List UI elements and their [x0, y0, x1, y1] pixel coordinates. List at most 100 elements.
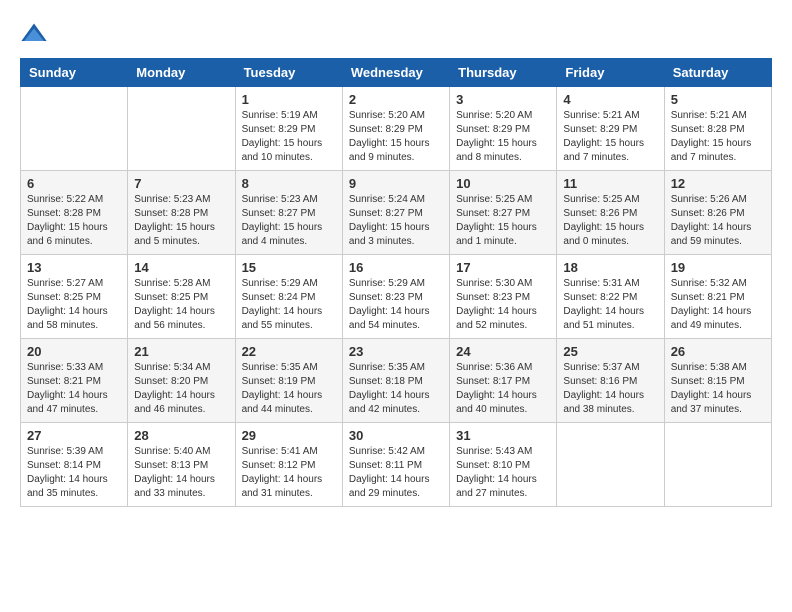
day-info: Sunrise: 5:39 AM Sunset: 8:14 PM Dayligh… [27, 445, 121, 501]
calendar-cell: 11 Sunrise: 5:25 AM Sunset: 8:26 PM Dayli… [557, 171, 664, 255]
day-number: 1 [242, 92, 336, 107]
header-day: Tuesday [235, 59, 342, 87]
day-info: Sunrise: 5:37 AM Sunset: 8:16 PM Dayligh… [563, 361, 657, 417]
header-day: Saturday [664, 59, 771, 87]
calendar-cell [21, 87, 128, 171]
day-info: Sunrise: 5:36 AM Sunset: 8:17 PM Dayligh… [456, 361, 550, 417]
day-info: Sunrise: 5:25 AM Sunset: 8:27 PM Dayligh… [456, 193, 550, 249]
calendar-row: 6 Sunrise: 5:22 AM Sunset: 8:28 PM Daylig… [21, 171, 772, 255]
calendar-row: 20 Sunrise: 5:33 AM Sunset: 8:21 PM Dayli… [21, 339, 772, 423]
calendar-cell: 13 Sunrise: 5:27 AM Sunset: 8:25 PM Dayli… [21, 255, 128, 339]
calendar-table: SundayMondayTuesdayWednesdayThursdayFrid… [20, 58, 772, 507]
day-info: Sunrise: 5:20 AM Sunset: 8:29 PM Dayligh… [349, 109, 443, 165]
day-number: 4 [563, 92, 657, 107]
day-info: Sunrise: 5:21 AM Sunset: 8:28 PM Dayligh… [671, 109, 765, 165]
calendar-cell: 29 Sunrise: 5:41 AM Sunset: 8:12 PM Dayli… [235, 423, 342, 507]
day-info: Sunrise: 5:32 AM Sunset: 8:21 PM Dayligh… [671, 277, 765, 333]
logo [20, 20, 52, 48]
day-info: Sunrise: 5:22 AM Sunset: 8:28 PM Dayligh… [27, 193, 121, 249]
day-number: 6 [27, 176, 121, 191]
calendar-cell: 20 Sunrise: 5:33 AM Sunset: 8:21 PM Dayli… [21, 339, 128, 423]
day-info: Sunrise: 5:40 AM Sunset: 8:13 PM Dayligh… [134, 445, 228, 501]
day-number: 31 [456, 428, 550, 443]
day-number: 13 [27, 260, 121, 275]
day-info: Sunrise: 5:33 AM Sunset: 8:21 PM Dayligh… [27, 361, 121, 417]
calendar-cell [664, 423, 771, 507]
day-info: Sunrise: 5:19 AM Sunset: 8:29 PM Dayligh… [242, 109, 336, 165]
calendar-cell: 4 Sunrise: 5:21 AM Sunset: 8:29 PM Daylig… [557, 87, 664, 171]
header-day: Thursday [450, 59, 557, 87]
calendar-cell: 19 Sunrise: 5:32 AM Sunset: 8:21 PM Dayli… [664, 255, 771, 339]
calendar-cell: 28Sunrise: 5:40 AM Sunset: 8:13 PM Dayli… [128, 423, 235, 507]
calendar-header: SundayMondayTuesdayWednesdayThursdayFrid… [21, 59, 772, 87]
calendar-row: 27 Sunrise: 5:39 AM Sunset: 8:14 PM Dayli… [21, 423, 772, 507]
header-day: Wednesday [342, 59, 449, 87]
calendar-cell: 18Sunrise: 5:31 AM Sunset: 8:22 PM Dayli… [557, 255, 664, 339]
day-info: Sunrise: 5:35 AM Sunset: 8:19 PM Dayligh… [242, 361, 336, 417]
day-number: 23 [349, 344, 443, 359]
day-info: Sunrise: 5:41 AM Sunset: 8:12 PM Dayligh… [242, 445, 336, 501]
calendar-row: 13 Sunrise: 5:27 AM Sunset: 8:25 PM Dayli… [21, 255, 772, 339]
calendar-cell: 7 Sunrise: 5:23 AM Sunset: 8:28 PM Daylig… [128, 171, 235, 255]
header-day: Monday [128, 59, 235, 87]
logo-icon [20, 20, 48, 48]
day-info: Sunrise: 5:28 AM Sunset: 8:25 PM Dayligh… [134, 277, 228, 333]
day-number: 8 [242, 176, 336, 191]
day-number: 11 [563, 176, 657, 191]
day-number: 17 [456, 260, 550, 275]
day-number: 18 [563, 260, 657, 275]
calendar-cell: 14 Sunrise: 5:28 AM Sunset: 8:25 PM Dayli… [128, 255, 235, 339]
day-info: Sunrise: 5:21 AM Sunset: 8:29 PM Dayligh… [563, 109, 657, 165]
day-number: 30 [349, 428, 443, 443]
calendar-cell: 17Sunrise: 5:30 AM Sunset: 8:23 PM Dayli… [450, 255, 557, 339]
calendar-cell: 26Sunrise: 5:38 AM Sunset: 8:15 PM Dayli… [664, 339, 771, 423]
calendar-cell: 8 Sunrise: 5:23 AM Sunset: 8:27 PM Daylig… [235, 171, 342, 255]
calendar-cell: 6 Sunrise: 5:22 AM Sunset: 8:28 PM Daylig… [21, 171, 128, 255]
calendar-cell: 30 Sunrise: 5:42 AM Sunset: 8:11 PM Dayli… [342, 423, 449, 507]
calendar-cell: 10 Sunrise: 5:25 AM Sunset: 8:27 PM Dayli… [450, 171, 557, 255]
calendar-body: 1 Sunrise: 5:19 AM Sunset: 8:29 PM Daylig… [21, 87, 772, 507]
calendar-cell [128, 87, 235, 171]
day-info: Sunrise: 5:29 AM Sunset: 8:23 PM Dayligh… [349, 277, 443, 333]
day-info: Sunrise: 5:24 AM Sunset: 8:27 PM Dayligh… [349, 193, 443, 249]
day-number: 22 [242, 344, 336, 359]
day-number: 20 [27, 344, 121, 359]
day-info: Sunrise: 5:27 AM Sunset: 8:25 PM Dayligh… [27, 277, 121, 333]
day-number: 7 [134, 176, 228, 191]
day-number: 16 [349, 260, 443, 275]
header-row: SundayMondayTuesdayWednesdayThursdayFrid… [21, 59, 772, 87]
day-info: Sunrise: 5:23 AM Sunset: 8:28 PM Dayligh… [134, 193, 228, 249]
day-number: 25 [563, 344, 657, 359]
day-info: Sunrise: 5:29 AM Sunset: 8:24 PM Dayligh… [242, 277, 336, 333]
calendar-cell [557, 423, 664, 507]
day-number: 19 [671, 260, 765, 275]
day-info: Sunrise: 5:34 AM Sunset: 8:20 PM Dayligh… [134, 361, 228, 417]
calendar-cell: 27 Sunrise: 5:39 AM Sunset: 8:14 PM Dayli… [21, 423, 128, 507]
calendar-cell: 25 Sunrise: 5:37 AM Sunset: 8:16 PM Dayli… [557, 339, 664, 423]
day-number: 14 [134, 260, 228, 275]
calendar-cell: 24Sunrise: 5:36 AM Sunset: 8:17 PM Dayli… [450, 339, 557, 423]
day-number: 29 [242, 428, 336, 443]
day-info: Sunrise: 5:25 AM Sunset: 8:26 PM Dayligh… [563, 193, 657, 249]
day-info: Sunrise: 5:26 AM Sunset: 8:26 PM Dayligh… [671, 193, 765, 249]
day-info: Sunrise: 5:43 AM Sunset: 8:10 PM Dayligh… [456, 445, 550, 501]
day-number: 21 [134, 344, 228, 359]
calendar-cell: 5 Sunrise: 5:21 AM Sunset: 8:28 PM Daylig… [664, 87, 771, 171]
header-day: Sunday [21, 59, 128, 87]
calendar-row: 1 Sunrise: 5:19 AM Sunset: 8:29 PM Daylig… [21, 87, 772, 171]
day-info: Sunrise: 5:35 AM Sunset: 8:18 PM Dayligh… [349, 361, 443, 417]
day-number: 27 [27, 428, 121, 443]
calendar-cell: 16 Sunrise: 5:29 AM Sunset: 8:23 PM Dayli… [342, 255, 449, 339]
day-number: 15 [242, 260, 336, 275]
day-number: 5 [671, 92, 765, 107]
calendar-cell: 22 Sunrise: 5:35 AM Sunset: 8:19 PM Dayli… [235, 339, 342, 423]
calendar-cell: 1 Sunrise: 5:19 AM Sunset: 8:29 PM Daylig… [235, 87, 342, 171]
calendar-cell: 12Sunrise: 5:26 AM Sunset: 8:26 PM Dayli… [664, 171, 771, 255]
day-info: Sunrise: 5:20 AM Sunset: 8:29 PM Dayligh… [456, 109, 550, 165]
day-number: 10 [456, 176, 550, 191]
day-info: Sunrise: 5:23 AM Sunset: 8:27 PM Dayligh… [242, 193, 336, 249]
day-number: 26 [671, 344, 765, 359]
calendar-cell: 3Sunrise: 5:20 AM Sunset: 8:29 PM Daylig… [450, 87, 557, 171]
day-info: Sunrise: 5:42 AM Sunset: 8:11 PM Dayligh… [349, 445, 443, 501]
calendar-cell: 9Sunrise: 5:24 AM Sunset: 8:27 PM Daylig… [342, 171, 449, 255]
